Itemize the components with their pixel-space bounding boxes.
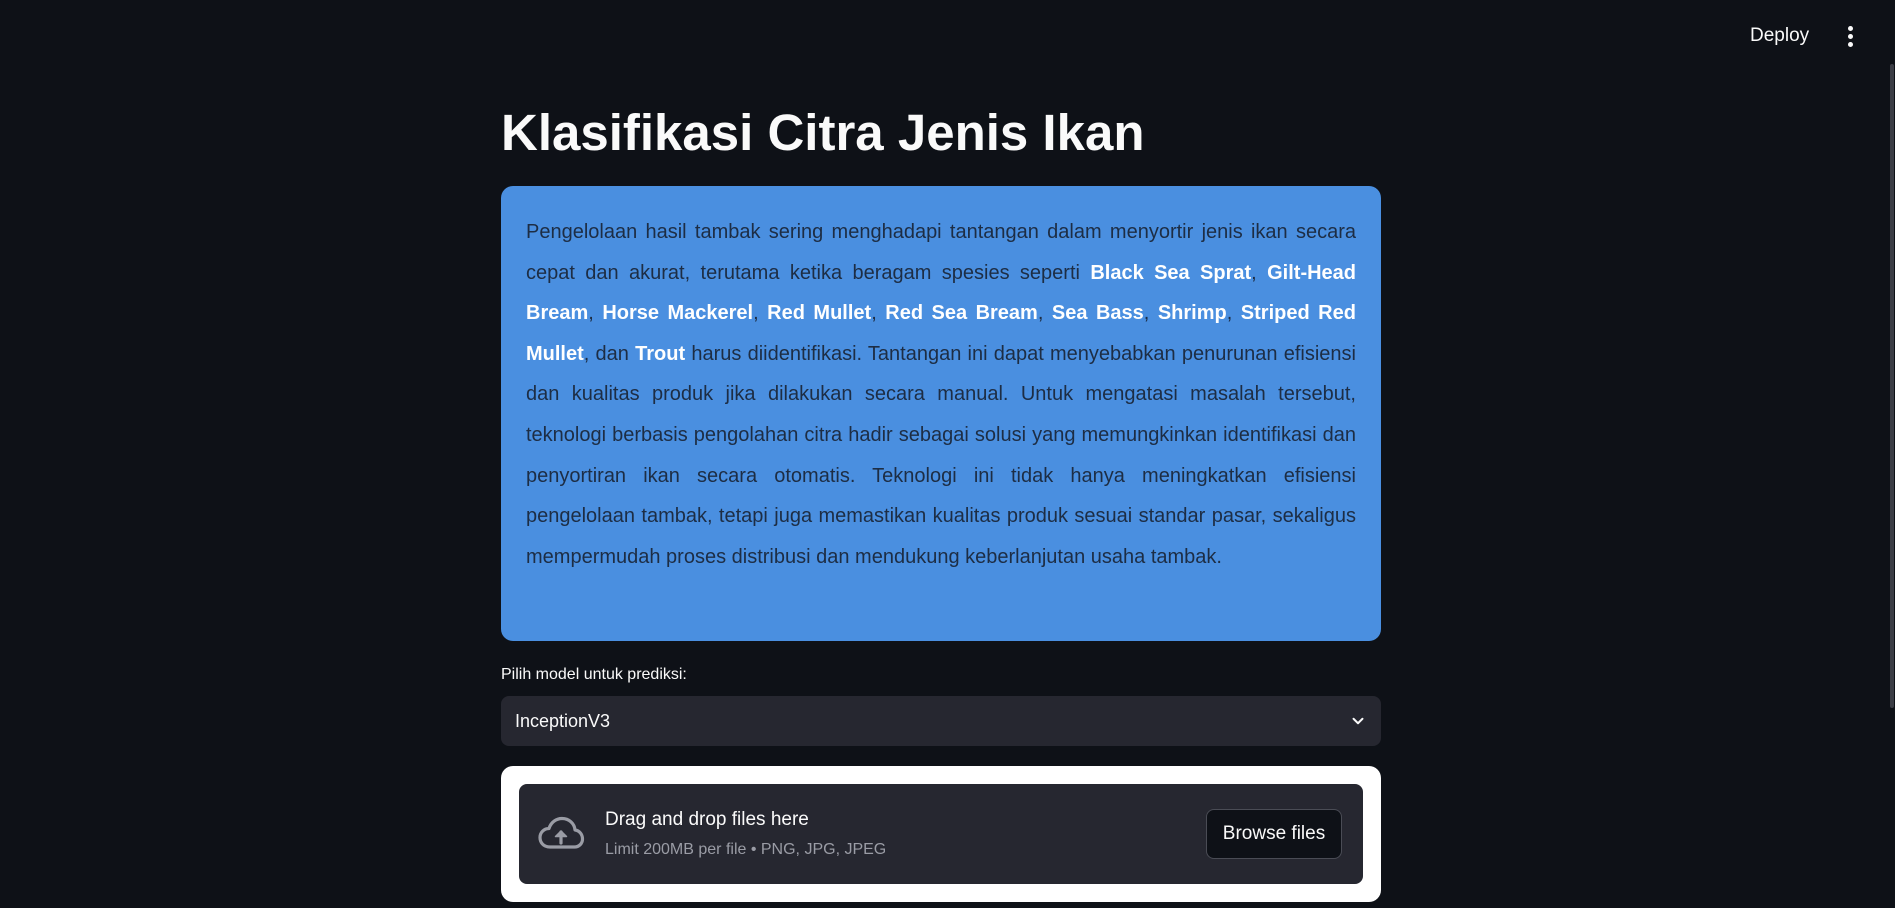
separator: , <box>1251 261 1268 284</box>
separator: , <box>1143 302 1158 325</box>
intro-text-after: harus diidentifikasi. Tantangan ini dapa… <box>526 342 1356 568</box>
dropzone-title: Drag and drop files here <box>605 809 809 830</box>
model-select-value: InceptionV3 <box>515 710 611 731</box>
scrollbar[interactable] <box>1890 64 1894 708</box>
separator: , <box>588 302 603 325</box>
species-red-sea-bream: Red Sea Bream <box>885 302 1038 325</box>
separator: , <box>871 302 886 325</box>
separator: , <box>753 302 768 325</box>
deploy-button[interactable]: Deploy <box>1750 24 1809 48</box>
top-toolbar: Deploy <box>0 0 1895 72</box>
dropzone[interactable]: Drag and drop files here Limit 200MB per… <box>519 784 1363 884</box>
species-horse-mackerel: Horse Mackerel <box>602 302 754 325</box>
chevron-down-icon <box>1352 717 1364 725</box>
species-sea-bass: Sea Bass <box>1051 302 1144 325</box>
dropzone-subtitle: Limit 200MB per file • PNG, JPG, JPEG <box>605 841 887 858</box>
menu-dot <box>1847 25 1853 31</box>
more-vertical-icon[interactable] <box>1842 24 1858 48</box>
page-title: Klasifikasi Citra Jenis Ikan <box>501 104 1145 161</box>
file-uploader: Drag and drop files here Limit 200MB per… <box>501 766 1381 902</box>
conjunction: , dan <box>583 342 636 365</box>
browse-files-button[interactable]: Browse files <box>1206 809 1342 859</box>
intro-text: Pengelolaan hasil tambak sering menghada… <box>526 212 1356 577</box>
menu-dot <box>1847 33 1853 39</box>
cloud-upload-icon <box>538 816 585 849</box>
intro-info-box: Pengelolaan hasil tambak sering menghada… <box>501 186 1381 641</box>
species-black-sea-sprat: Black Sea Sprat <box>1090 261 1252 284</box>
species-red-mullet: Red Mullet <box>767 302 872 325</box>
species-shrimp: Shrimp <box>1157 302 1227 325</box>
species-trout: Trout <box>635 342 686 365</box>
separator: , <box>1037 302 1052 325</box>
model-select-label: Pilih model untuk prediksi: <box>501 666 687 683</box>
separator: , <box>1226 302 1241 325</box>
menu-dot <box>1847 41 1853 47</box>
model-select[interactable]: InceptionV3 <box>501 696 1381 746</box>
